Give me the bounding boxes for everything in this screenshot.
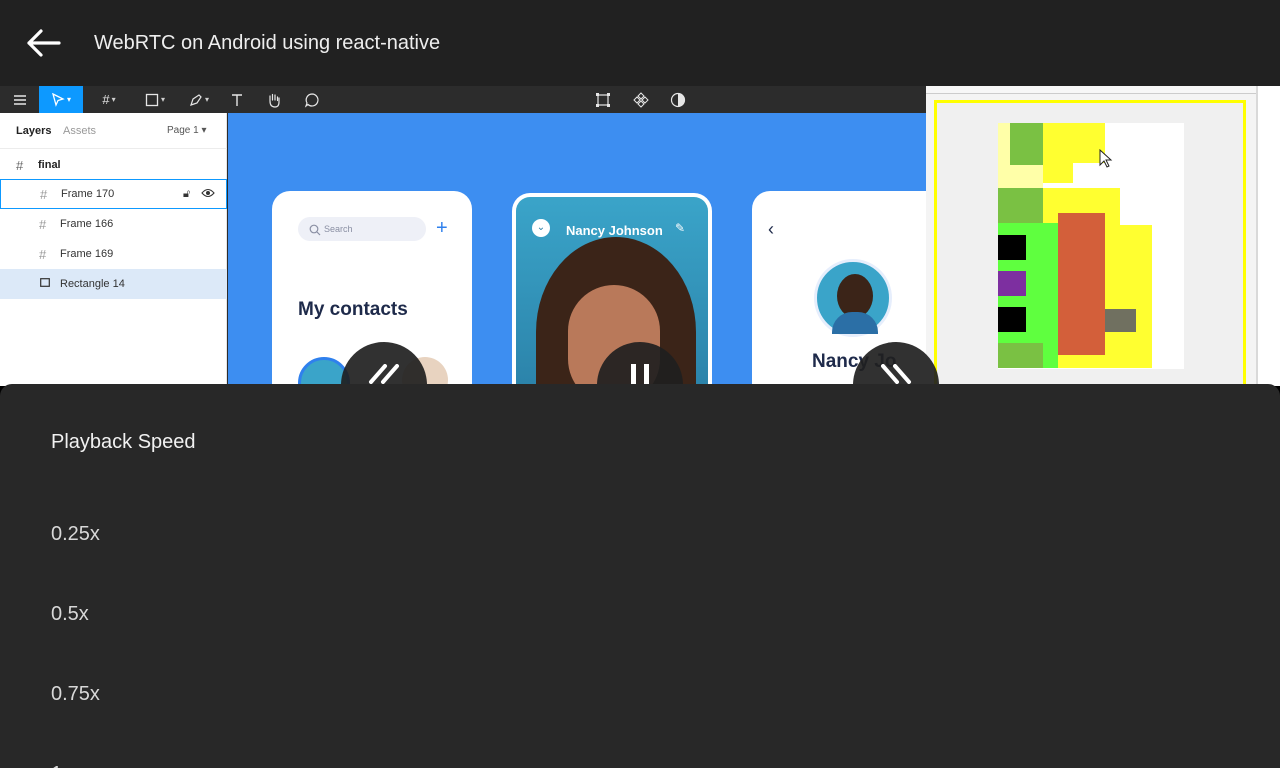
layer-item-frame-166: # Frame 166 <box>0 209 227 239</box>
contrast-icon <box>667 86 689 113</box>
properties-panel-edge <box>1256 86 1280 386</box>
assets-icon <box>630 86 652 113</box>
layer-item-frame-170: # Frame 170 🔓︎ <box>0 179 227 209</box>
shape-tool-icon: ▾ <box>138 86 172 113</box>
pause-icon <box>631 364 649 386</box>
arrow-left-icon <box>27 29 61 57</box>
layer-label: Frame 170 <box>61 188 115 200</box>
layer-item-rectangle-14: Rectangle 14 <box>0 269 227 299</box>
device-status-bar <box>926 86 1256 94</box>
tab-assets: Assets <box>63 125 97 137</box>
comment-tool-icon <box>301 86 323 113</box>
frame-icon: # <box>40 186 48 202</box>
back-button[interactable] <box>18 20 68 66</box>
layers-tabs: Layers Assets Page 1 ▾ <box>0 113 227 149</box>
hand-tool-icon <box>263 86 285 113</box>
layer-label: Frame 166 <box>60 218 114 230</box>
speed-option-0.25x[interactable]: 0.25x <box>0 496 1280 576</box>
layer-item-final: # final <box>0 150 227 180</box>
page-selector-label: Page 1 <box>167 125 199 136</box>
chevron-down-icon: ⌄ <box>532 219 550 237</box>
page-selector: Page 1 ▾ <box>167 125 207 136</box>
layers-panel: Layers Assets Page 1 ▾ # final # Frame 1… <box>0 113 227 386</box>
search-icon <box>309 223 321 241</box>
video-title: WebRTC on Android using react-native <box>94 32 441 54</box>
lock-icon: 🔓︎ <box>183 187 191 200</box>
chevron-left-icon: ‹ <box>768 219 774 239</box>
text-tool-icon <box>226 86 248 113</box>
avatar-body <box>832 312 878 334</box>
tab-layers: Layers <box>16 125 52 137</box>
rectangle-icon <box>40 278 50 290</box>
speed-option-1x[interactable]: 1x <box>0 736 1280 768</box>
playback-speed-sheet: Playback Speed 0.25x 0.5x 0.75x 1x <box>0 384 1280 768</box>
frame-icon: # <box>39 246 47 262</box>
layer-label: Rectangle 14 <box>60 278 125 290</box>
speed-option-label: 0.5x <box>51 603 89 625</box>
pen-tool-icon: ▾ <box>182 86 216 113</box>
eye-icon <box>201 188 215 201</box>
fast-forward-icon <box>881 364 911 384</box>
speed-option-0.5x[interactable]: 0.5x <box>0 576 1280 656</box>
speed-option-label: 0.25x <box>51 523 100 545</box>
layer-label: Frame 169 <box>60 248 114 260</box>
app-bar: WebRTC on Android using react-native <box>0 0 1280 86</box>
editor-toolbar: ▾ # ▾ ▾ ▾ <box>0 86 926 113</box>
layer-item-frame-169: # Frame 169 <box>0 239 227 269</box>
rewind-icon <box>369 364 399 384</box>
frame-icon: # <box>16 157 24 173</box>
add-icon: + <box>436 217 448 239</box>
pixel-art-preview <box>998 123 1184 369</box>
speed-option-label: 1x <box>51 763 72 768</box>
component-icon <box>592 86 614 113</box>
preview-frame <box>934 100 1246 386</box>
contacts-title: My contacts <box>298 299 408 320</box>
caller-name: Nancy Johnson <box>566 223 663 238</box>
move-tool-icon: ▾ <box>39 86 83 113</box>
menu-icon <box>6 86 34 113</box>
speed-option-label: 0.75x <box>51 683 100 705</box>
device-preview <box>926 86 1256 386</box>
frame-tool-icon: # ▾ <box>102 92 116 107</box>
sheet-title: Playback Speed <box>51 431 196 453</box>
design-canvas: Search + My contacts ⌄ Nancy Johnson ✎ ‹ <box>228 113 926 386</box>
speed-option-0.75x[interactable]: 0.75x <box>0 656 1280 736</box>
layer-label: final <box>38 159 61 171</box>
cursor-icon <box>1099 148 1113 174</box>
video-frame[interactable]: ▾ # ▾ ▾ ▾ Layers Assets Page 1 ▾ # final… <box>0 86 1280 386</box>
frame-icon: # <box>39 216 47 232</box>
avatar <box>814 259 892 337</box>
mute-icon: ✎ <box>675 221 686 235</box>
